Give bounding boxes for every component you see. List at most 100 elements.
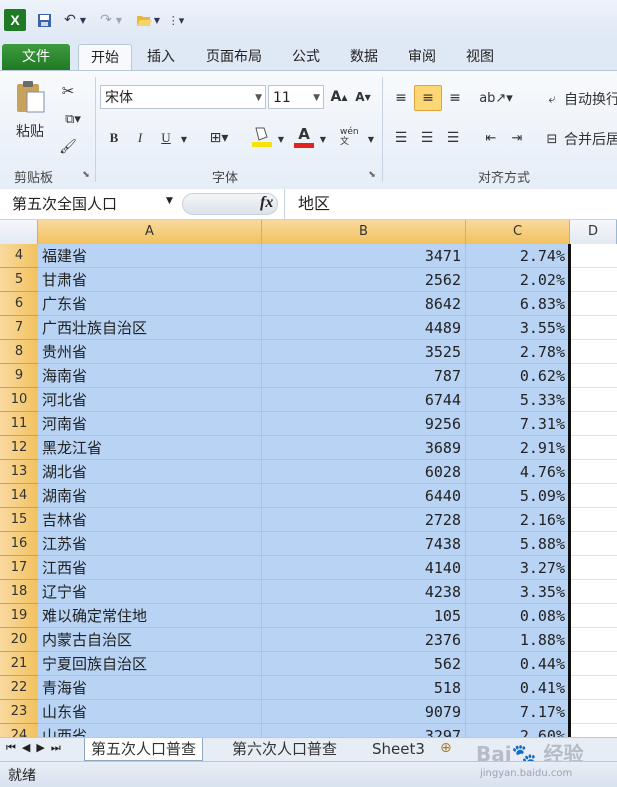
formula-input[interactable]: 地区 [298, 192, 330, 216]
grow-font-button[interactable]: A ▲ [330, 87, 348, 107]
paste-icon[interactable] [10, 77, 50, 117]
increase-indent-icon[interactable]: ⇥ [506, 127, 528, 149]
cell-percentage[interactable]: 2.78% [466, 340, 570, 364]
wrap-text-button[interactable]: 自动换行 [564, 89, 617, 109]
cell-percentage[interactable]: 2.60% [466, 724, 570, 737]
redo-dropdown-icon[interactable]: ▼ [114, 10, 124, 30]
row-header[interactable]: 22 [0, 676, 38, 700]
cell-empty[interactable] [570, 580, 617, 604]
cell-empty[interactable] [570, 628, 617, 652]
cell-population[interactable]: 105 [262, 604, 466, 628]
italic-button[interactable]: I [130, 127, 150, 149]
redo-icon[interactable]: ↷ [96, 10, 116, 30]
cell-population[interactable]: 3689 [262, 436, 466, 460]
cell-region[interactable]: 山东省 [38, 700, 262, 724]
select-all-corner[interactable] [0, 220, 38, 244]
cell-empty[interactable] [570, 412, 617, 436]
paste-button[interactable]: 粘贴 [10, 121, 50, 141]
cell-region[interactable]: 青海省 [38, 676, 262, 700]
cell-population[interactable]: 7438 [262, 532, 466, 556]
cell-population[interactable]: 9079 [262, 700, 466, 724]
cell-population[interactable]: 4489 [262, 316, 466, 340]
tab-data[interactable]: 数据 [340, 44, 388, 70]
row-header[interactable]: 14 [0, 484, 38, 508]
row-header[interactable]: 12 [0, 436, 38, 460]
column-header-c[interactable]: C [466, 220, 570, 244]
font-launcher-icon[interactable]: ⬊ [366, 169, 378, 181]
cell-empty[interactable] [570, 340, 617, 364]
cell-population[interactable]: 8642 [262, 292, 466, 316]
row-header[interactable]: 4 [0, 244, 38, 268]
row-header[interactable]: 17 [0, 556, 38, 580]
name-box-dropdown-icon[interactable]: ▼ [166, 196, 173, 206]
merge-center-button[interactable]: 合并后居 [564, 129, 617, 149]
cell-population[interactable]: 2376 [262, 628, 466, 652]
cell-empty[interactable] [570, 604, 617, 628]
cell-region[interactable]: 黑龙江省 [38, 436, 262, 460]
row-header[interactable]: 24 [0, 724, 38, 737]
tab-home[interactable]: 开始 [78, 44, 132, 71]
row-header[interactable]: 23 [0, 700, 38, 724]
worksheet-grid[interactable]: A B C D 4 福建省 3471 2.74% 5 甘肃省 2562 2.02% 6 广东省 86… [0, 220, 617, 737]
cell-region[interactable]: 山西省 [38, 724, 262, 737]
cell-population[interactable]: 562 [262, 652, 466, 676]
row-header[interactable]: 10 [0, 388, 38, 412]
font-size-combo[interactable]: 11 ▼ [268, 85, 324, 109]
cell-percentage[interactable]: 5.09% [466, 484, 570, 508]
cell-percentage[interactable]: 0.44% [466, 652, 570, 676]
column-header-a[interactable]: A [38, 220, 262, 244]
row-header[interactable]: 15 [0, 508, 38, 532]
font-color-button[interactable]: A [292, 123, 316, 149]
row-header[interactable]: 19 [0, 604, 38, 628]
cell-empty[interactable] [570, 700, 617, 724]
column-header-b[interactable]: B [262, 220, 466, 244]
cell-population[interactable]: 6744 [262, 388, 466, 412]
align-right-icon[interactable]: ☰ [442, 127, 464, 149]
align-bottom-icon[interactable]: ≡ [444, 87, 466, 109]
cell-percentage[interactable]: 2.16% [466, 508, 570, 532]
cell-empty[interactable] [570, 436, 617, 460]
sheet-nav-arrows-icon[interactable]: ⏮◀▶⏭ [6, 741, 67, 755]
cell-percentage[interactable]: 2.91% [466, 436, 570, 460]
cell-percentage[interactable]: 2.02% [466, 268, 570, 292]
tab-formulas[interactable]: 公式 [282, 44, 330, 70]
cell-region[interactable]: 甘肃省 [38, 268, 262, 292]
open-dropdown-icon[interactable]: ▼ [152, 10, 162, 30]
cell-region[interactable]: 内蒙古自治区 [38, 628, 262, 652]
row-header[interactable]: 13 [0, 460, 38, 484]
cell-empty[interactable] [570, 388, 617, 412]
cell-percentage[interactable]: 5.33% [466, 388, 570, 412]
row-header[interactable]: 11 [0, 412, 38, 436]
cell-empty[interactable] [570, 508, 617, 532]
wrap-text-icon[interactable]: ⤶ [542, 89, 562, 109]
cell-empty[interactable] [570, 244, 617, 268]
align-top-icon[interactable]: ≡ [390, 87, 412, 109]
underline-dropdown-icon[interactable]: ▼ [178, 131, 190, 147]
cell-population[interactable]: 518 [262, 676, 466, 700]
shrink-font-button[interactable]: A ▼ [354, 87, 372, 107]
cell-percentage[interactable]: 0.08% [466, 604, 570, 628]
cell-region[interactable]: 湖北省 [38, 460, 262, 484]
column-header-d[interactable]: D [570, 220, 617, 244]
cell-empty[interactable] [570, 316, 617, 340]
undo-dropdown-icon[interactable]: ▼ [78, 10, 88, 30]
cell-population[interactable]: 3471 [262, 244, 466, 268]
cell-region[interactable]: 广西壮族自治区 [38, 316, 262, 340]
cell-empty[interactable] [570, 676, 617, 700]
tab-review[interactable]: 审阅 [398, 44, 446, 70]
cell-percentage[interactable]: 0.62% [466, 364, 570, 388]
cell-empty[interactable] [570, 484, 617, 508]
row-header[interactable]: 21 [0, 652, 38, 676]
insert-sheet-icon[interactable]: ⊕ [440, 740, 452, 756]
align-left-icon[interactable]: ☰ [390, 127, 412, 149]
cell-empty[interactable] [570, 292, 617, 316]
cell-region[interactable]: 吉林省 [38, 508, 262, 532]
cell-empty[interactable] [570, 460, 617, 484]
cell-region[interactable]: 河南省 [38, 412, 262, 436]
cell-population[interactable]: 787 [262, 364, 466, 388]
cell-percentage[interactable]: 2.74% [466, 244, 570, 268]
tab-view[interactable]: 视图 [456, 44, 504, 70]
fill-color-dropdown-icon[interactable]: ▼ [276, 131, 286, 147]
cell-empty[interactable] [570, 268, 617, 292]
cell-population[interactable]: 2562 [262, 268, 466, 292]
